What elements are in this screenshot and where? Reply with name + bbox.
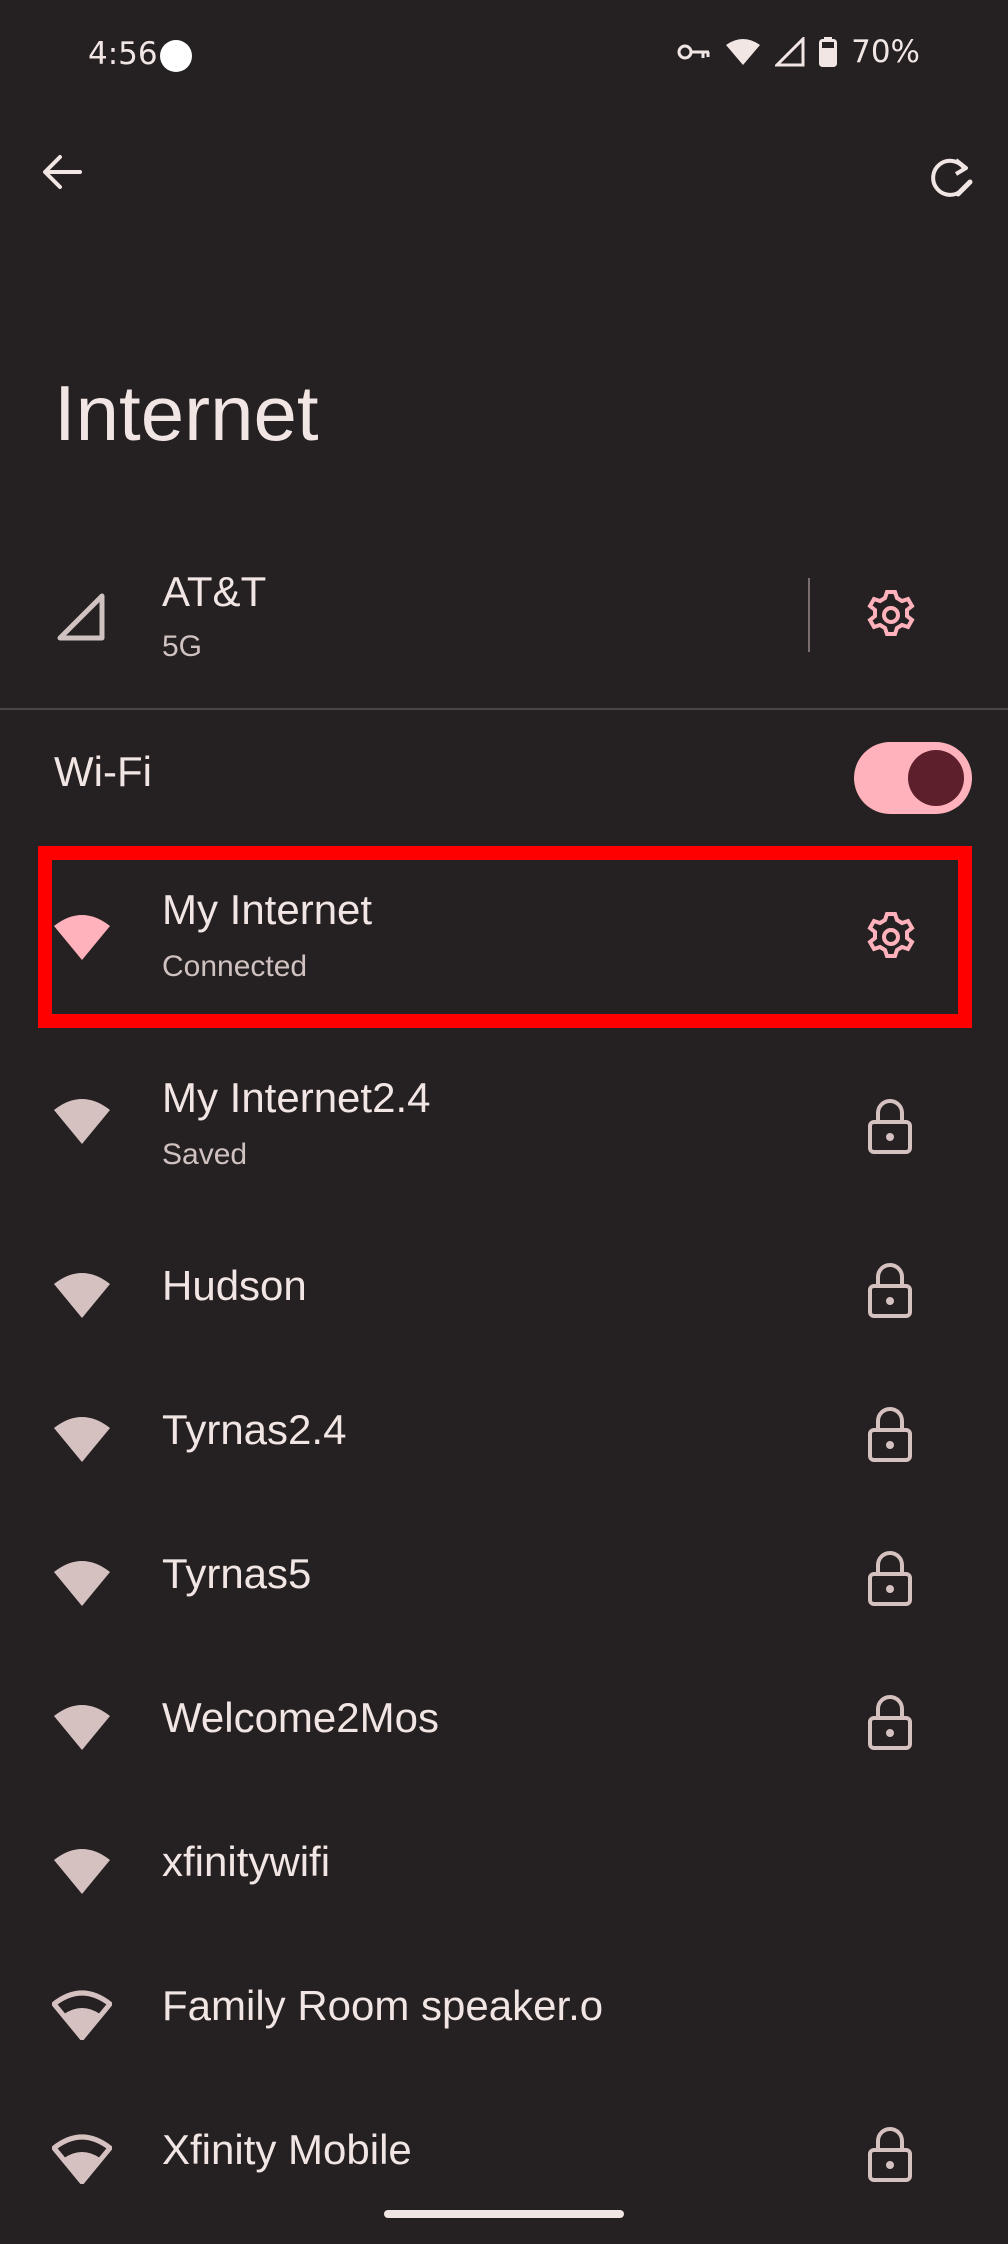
wifi-full-icon [54, 1099, 110, 1144]
network-name: Tyrnas2.4 [162, 1406, 347, 1453]
network-row-welcome2mos[interactable]: Welcome2Mos [0, 1638, 1008, 1782]
network-row-family-room-speaker[interactable]: Family Room speaker.o [0, 1926, 1008, 2070]
network-name: Welcome2Mos [162, 1694, 439, 1741]
network-row-tyrnas5[interactable]: Tyrnas5 [0, 1494, 1008, 1638]
cell-signal-icon [57, 593, 105, 641]
wifi-full-icon [54, 1561, 110, 1606]
network-row-tyrnas2-4[interactable]: Tyrnas2.4 [0, 1350, 1008, 1494]
lock-icon [868, 1099, 912, 1154]
network-row-hudson[interactable]: Hudson [0, 1206, 1008, 1350]
battery-icon [819, 37, 838, 67]
notification-dot-icon [160, 40, 192, 72]
mobile-network-row[interactable]: AT&T 5G [0, 548, 1008, 708]
network-name: Xfinity Mobile [162, 2126, 412, 2173]
wifi-label: Wi-Fi [54, 748, 152, 795]
arrow-back-icon [43, 155, 82, 189]
refresh-wrench-icon [931, 158, 973, 197]
lock-icon [868, 1263, 912, 1318]
wifi-medium-icon [52, 2134, 112, 2184]
wifi-toggle-switch[interactable] [854, 742, 972, 814]
network-name: Tyrnas5 [162, 1550, 312, 1597]
lock-icon [868, 2127, 912, 2182]
home-indicator[interactable] [384, 2210, 624, 2218]
wifi-toggle-row[interactable]: Wi-Fi [0, 712, 1008, 842]
carrier-name: AT&T [162, 568, 267, 615]
status-time: 4:56 [88, 36, 158, 72]
network-row-xfinity-mobile[interactable]: Xfinity Mobile [0, 2070, 1008, 2214]
lock-icon [868, 1551, 912, 1606]
network-name: xfinitywifi [162, 1838, 331, 1885]
page-title: Internet [54, 369, 319, 457]
status-bar: 4:56 70% [0, 0, 1008, 116]
highlight-box [38, 846, 972, 1028]
lock-icon [868, 1695, 912, 1750]
network-row-xfinitywifi[interactable]: xfinitywifi [0, 1782, 1008, 1926]
carrier-network-type: 5G [162, 630, 203, 663]
back-button[interactable] [30, 140, 94, 204]
refresh-networks-button[interactable] [918, 146, 982, 210]
network-status: Saved [162, 1138, 248, 1171]
toggle-knob [908, 750, 964, 806]
wifi-full-icon [54, 1417, 110, 1462]
network-name: Family Room speaker.o [162, 1982, 604, 2029]
battery-percent: 70% [851, 34, 920, 70]
divider [808, 578, 810, 652]
wifi-medium-icon [52, 1990, 112, 2040]
status-icons: 70% [677, 34, 920, 70]
section-divider [0, 708, 1008, 710]
vpn-key-icon [677, 44, 710, 60]
wifi-full-icon [54, 1705, 110, 1750]
lock-icon [868, 1407, 912, 1462]
network-name: Hudson [162, 1262, 307, 1309]
network-name: My Internet2.4 [162, 1074, 431, 1121]
cell-signal-icon [775, 37, 805, 67]
gear-icon[interactable] [862, 586, 920, 644]
wifi-full-icon [54, 1273, 110, 1318]
wifi-full-icon [54, 1849, 110, 1894]
network-row-my-internet2-4[interactable]: My Internet2.4 Saved [0, 1028, 1008, 1206]
wifi-signal-icon [726, 39, 761, 65]
